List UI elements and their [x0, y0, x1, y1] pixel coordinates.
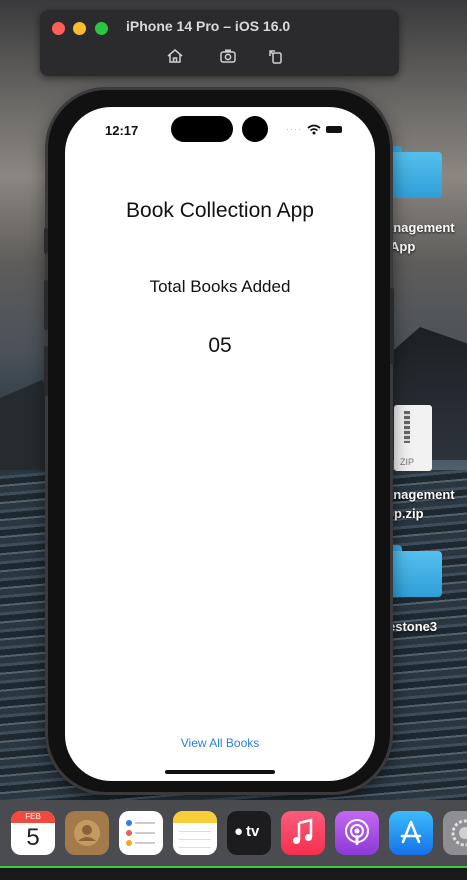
simulator-toolbar: iPhone 14 Pro – iOS 16.0	[40, 10, 399, 76]
desktop-item-label[interactable]: App	[390, 239, 415, 254]
cellular-icon: ····	[286, 124, 302, 134]
wifi-icon	[307, 124, 321, 134]
home-icon[interactable]	[165, 46, 185, 66]
phone-side-button	[44, 346, 48, 396]
calendar-icon[interactable]: FEB 5	[11, 811, 55, 855]
app-store-icon[interactable]	[389, 811, 433, 855]
app-title: Book Collection App	[126, 199, 314, 222]
status-time: 12:17	[105, 123, 139, 138]
desktop-item-label[interactable]: estone3	[388, 619, 437, 634]
phone-side-button	[44, 280, 48, 330]
dock: FEB 5 ● tv	[0, 800, 467, 866]
view-all-books-button[interactable]: View All Books	[65, 736, 375, 750]
total-books-count: 05	[208, 334, 232, 357]
podcasts-icon[interactable]	[335, 811, 379, 855]
notes-icon[interactable]	[173, 811, 217, 855]
system-settings-icon[interactable]	[443, 811, 467, 855]
apple-tv-label: tv	[246, 823, 260, 840]
dynamic-island	[171, 116, 233, 142]
camera-cutout	[242, 116, 268, 142]
apple-tv-icon[interactable]: ● tv	[227, 811, 271, 855]
calendar-month: FEB	[11, 811, 55, 823]
phone-power-button	[390, 288, 394, 364]
minimize-window-button[interactable]	[73, 22, 86, 35]
close-window-button[interactable]	[52, 22, 65, 35]
simulator-title: iPhone 14 Pro – iOS 16.0	[126, 18, 291, 34]
total-books-label: Total Books Added	[149, 277, 291, 296]
battery-icon	[326, 125, 342, 133]
music-icon[interactable]	[281, 811, 325, 855]
phone-screen: 12:17 ···· Book Collection App Total Boo…	[65, 107, 375, 781]
calendar-day: 5	[26, 824, 40, 851]
screenshot-icon[interactable]	[218, 46, 238, 66]
zip-badge: ZIP	[400, 457, 415, 467]
desktop-item-label[interactable]: pp.zip	[386, 506, 424, 521]
desktop-item-label[interactable]: anagement	[386, 487, 455, 502]
contacts-icon[interactable]	[65, 811, 109, 855]
phone-side-button	[44, 228, 48, 254]
zoom-window-button[interactable]	[95, 22, 108, 35]
status-icons: ····	[286, 121, 342, 137]
zip-file-icon[interactable]: ZIP	[394, 405, 432, 471]
rotate-icon[interactable]	[266, 46, 286, 66]
reminders-icon[interactable]	[119, 811, 163, 855]
home-indicator[interactable]	[165, 770, 275, 774]
desktop-item-label[interactable]: anagement	[386, 220, 455, 235]
